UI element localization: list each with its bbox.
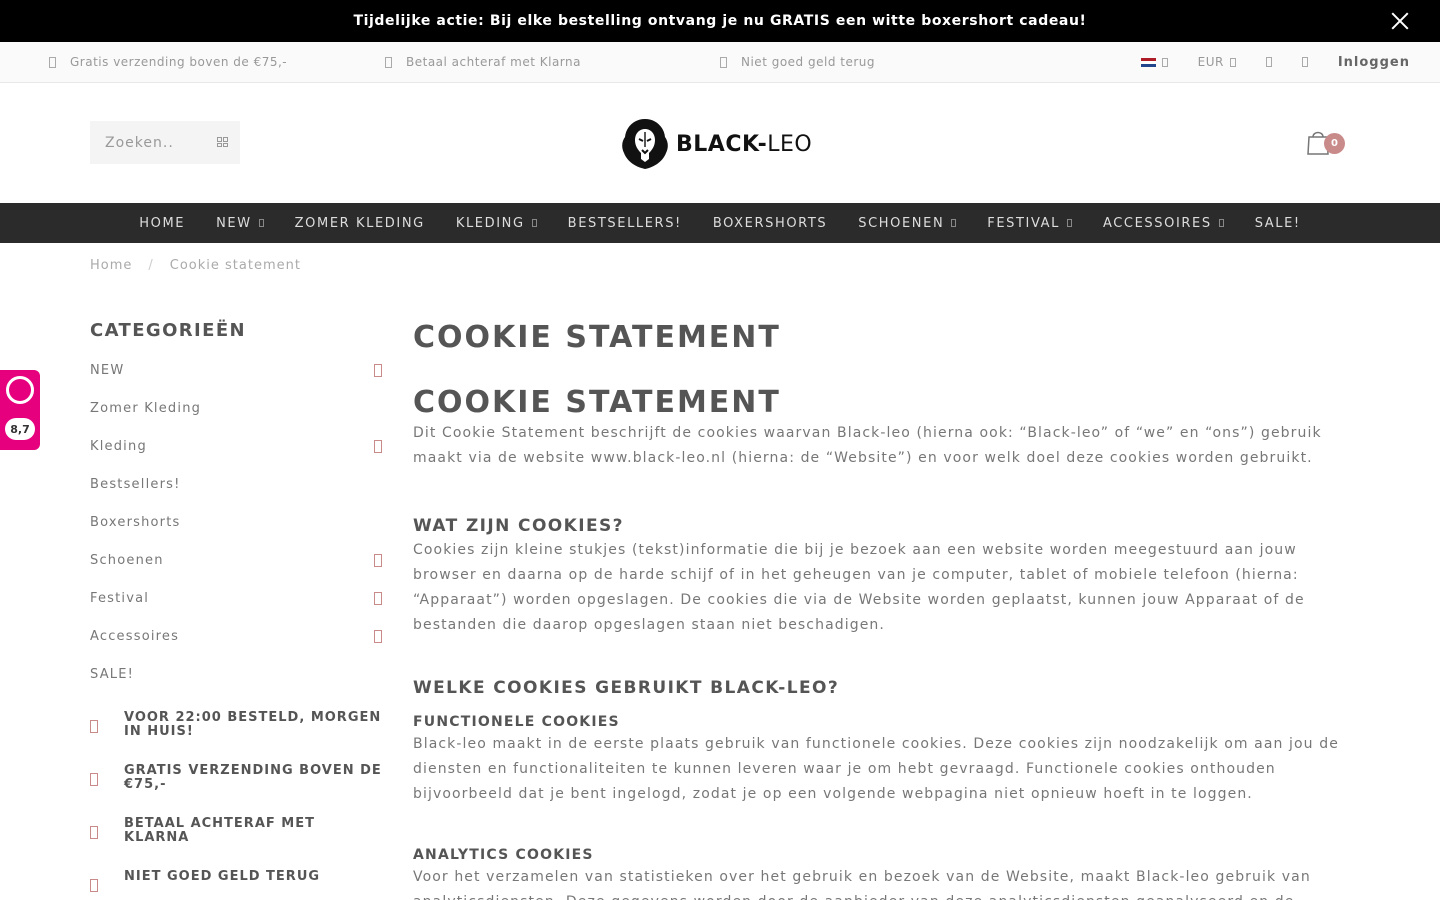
page-title: COOKIE STATEMENT bbox=[413, 320, 781, 355]
analytics-paragraph: Voor het verzamelen van statistieken ove… bbox=[413, 869, 1311, 900]
sidebar-usp: BETAAL ACHTERAF MET KLARNA bbox=[90, 817, 384, 845]
promo-text: Tijdelijke actie: Bij elke bestelling on… bbox=[353, 13, 1087, 29]
usp-bar: Gratis verzending boven de €75,- Betaal … bbox=[0, 42, 1440, 83]
chevron-down-icon bbox=[1229, 58, 1236, 67]
chevron-down-icon bbox=[1161, 58, 1168, 67]
nav-item-festival[interactable]: FESTIVAL bbox=[987, 216, 1072, 231]
nav-item-zomer-kleding[interactable]: ZOMER KLEDING bbox=[295, 216, 425, 231]
currency-label: EUR bbox=[1197, 55, 1224, 69]
breadcrumb-home[interactable]: Home bbox=[90, 258, 132, 273]
chevron-down-icon bbox=[258, 219, 264, 227]
close-icon[interactable] bbox=[1390, 11, 1410, 31]
expand-icon[interactable] bbox=[374, 591, 382, 605]
sidebar-item-bestsellers[interactable]: Bestsellers! bbox=[90, 465, 384, 503]
chevron-down-icon bbox=[531, 219, 537, 227]
sidebar-usp: NIET GOED GELD TERUG bbox=[90, 870, 384, 892]
sidebar-item-schoenen[interactable]: Schoenen bbox=[90, 541, 384, 579]
dutch-flag-icon bbox=[1140, 57, 1156, 68]
chevron-down-icon bbox=[1066, 219, 1072, 227]
sidebar-item-festival[interactable]: Festival bbox=[90, 579, 384, 617]
subheading-functional: FUNCTIONELE COOKIES bbox=[413, 714, 620, 730]
nav-item-new[interactable]: NEW bbox=[216, 216, 264, 231]
login-link[interactable]: Inloggen bbox=[1338, 55, 1410, 70]
page-content: COOKIE STATEMENT COOKIE STATEMENT Dit Co… bbox=[413, 320, 1343, 900]
nav-item-home[interactable]: HOME bbox=[139, 216, 185, 231]
promo-bar: Tijdelijke actie: Bij elke bestelling on… bbox=[0, 0, 1440, 42]
breadcrumb: Home / Cookie statement bbox=[90, 258, 301, 273]
search-box bbox=[90, 121, 240, 164]
review-check-icon bbox=[6, 376, 34, 404]
cart-button[interactable]: 0 bbox=[1306, 128, 1350, 158]
content-heading: COOKIE STATEMENT bbox=[413, 385, 781, 420]
nav-item-schoenen[interactable]: SCHOENEN bbox=[858, 216, 957, 231]
nav-item-kleding[interactable]: KLEDING bbox=[456, 216, 537, 231]
usp-text: Gratis verzending boven de €75,- bbox=[70, 55, 288, 69]
logo[interactable]: BLACK-LEO bbox=[620, 116, 812, 172]
sidebar-item-new[interactable]: NEW bbox=[90, 351, 384, 389]
sidebar: CATEGORIEËN NEW Zomer Kleding Kleding Be… bbox=[90, 320, 384, 900]
sidebar-title: CATEGORIEËN bbox=[90, 320, 247, 341]
top-links: EUR Inloggen bbox=[1140, 42, 1410, 82]
what-paragraph: Cookies zijn kleine stukjes (tekst)infor… bbox=[413, 542, 1305, 633]
currency-selector[interactable]: EUR bbox=[1198, 55, 1236, 69]
breadcrumb-separator: / bbox=[148, 258, 154, 273]
check-icon bbox=[90, 720, 98, 733]
sidebar-item-boxershorts[interactable]: Boxershorts bbox=[90, 503, 384, 541]
cart-count-badge: 0 bbox=[1324, 133, 1345, 154]
usp-item: Gratis verzending boven de €75,- bbox=[49, 42, 287, 82]
section-heading-what: WAT ZIJN COOKIES? bbox=[413, 516, 624, 536]
sidebar-usp-list: VOOR 22:00 BESTELD, MORGEN IN HUIS! GRAT… bbox=[90, 711, 384, 892]
expand-icon[interactable] bbox=[374, 439, 382, 453]
expand-icon[interactable] bbox=[374, 363, 382, 377]
check-icon bbox=[90, 826, 98, 839]
nav-item-bestsellers[interactable]: BESTSELLERS! bbox=[568, 216, 682, 231]
sidebar-item-accessoires[interactable]: Accessoires bbox=[90, 617, 384, 655]
check-icon bbox=[720, 56, 727, 68]
sidebar-usp: VOOR 22:00 BESTELD, MORGEN IN HUIS! bbox=[90, 711, 384, 739]
intro-paragraph: Dit Cookie Statement beschrijft de cooki… bbox=[413, 425, 1322, 466]
search-icon[interactable] bbox=[217, 137, 228, 147]
usp-text: Niet goed geld terug bbox=[741, 55, 875, 69]
subheading-analytics: ANALYTICS COOKIES bbox=[413, 847, 594, 863]
review-widget[interactable]: 8,7 bbox=[0, 370, 40, 450]
logo-text: BLACK-LEO bbox=[676, 131, 813, 157]
main-nav: HOME NEW ZOMER KLEDING KLEDING BESTSELLE… bbox=[0, 203, 1440, 243]
sidebar-item-kleding[interactable]: Kleding bbox=[90, 427, 384, 465]
lion-icon bbox=[622, 119, 668, 169]
heart-icon[interactable] bbox=[1265, 57, 1272, 67]
section-heading-which: WELKE COOKIES GEBRUIKT BLACK-LEO? bbox=[413, 678, 840, 698]
category-list: NEW Zomer Kleding Kleding Bestsellers! B… bbox=[90, 351, 384, 693]
breadcrumb-current: Cookie statement bbox=[169, 258, 301, 273]
expand-icon[interactable] bbox=[374, 553, 382, 567]
expand-icon[interactable] bbox=[374, 629, 382, 643]
sidebar-item-sale[interactable]: SALE! bbox=[90, 655, 384, 693]
nav-item-sale[interactable]: SALE! bbox=[1255, 216, 1301, 231]
usp-item: Betaal achteraf met Klarna bbox=[385, 42, 581, 82]
sidebar-usp: GRATIS VERZENDING BOVEN DE €75,- bbox=[90, 764, 384, 792]
nav-item-boxershorts[interactable]: BOXERSHORTS bbox=[713, 216, 827, 231]
chevron-down-icon bbox=[951, 219, 957, 227]
check-icon bbox=[90, 773, 98, 786]
search-input[interactable] bbox=[105, 134, 205, 151]
nav-item-accessoires[interactable]: ACCESSOIRES bbox=[1103, 216, 1224, 231]
chevron-down-icon bbox=[1218, 219, 1224, 227]
sidebar-item-zomer-kleding[interactable]: Zomer Kleding bbox=[90, 389, 384, 427]
check-icon bbox=[385, 56, 392, 68]
functional-paragraph: Black-leo maakt in de eerste plaats gebr… bbox=[413, 736, 1339, 802]
usp-text: Betaal achteraf met Klarna bbox=[406, 55, 581, 69]
check-icon bbox=[49, 56, 56, 68]
usp-item: Niet goed geld terug bbox=[720, 42, 875, 82]
review-score: 8,7 bbox=[5, 418, 35, 440]
check-icon bbox=[90, 879, 98, 892]
language-selector[interactable] bbox=[1140, 55, 1168, 69]
compare-icon[interactable] bbox=[1301, 57, 1308, 67]
